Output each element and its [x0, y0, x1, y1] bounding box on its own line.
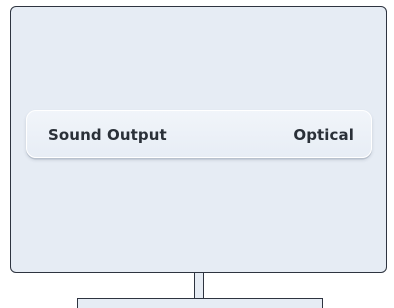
- sound-output-setting[interactable]: Sound Output Optical: [26, 110, 372, 158]
- sound-output-value: Optical: [293, 126, 354, 144]
- tv-scene: Sound Output Optical: [0, 0, 394, 308]
- sound-output-label: Sound Output: [48, 126, 167, 144]
- tv-screen: Sound Output Optical: [10, 6, 387, 273]
- tv-stand-base: [77, 298, 323, 308]
- tv-stand-neck: [194, 273, 204, 299]
